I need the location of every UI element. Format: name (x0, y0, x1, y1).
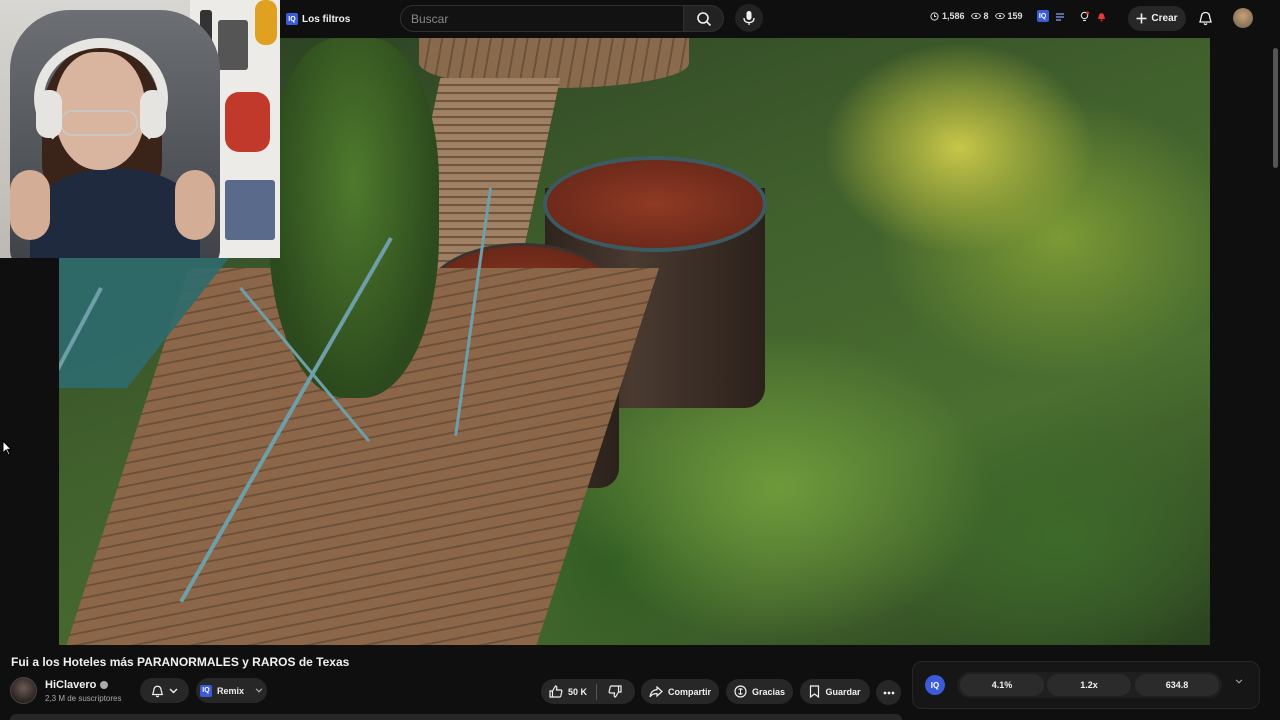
share-button[interactable]: Compartir (641, 679, 719, 704)
search-input[interactable]: Buscar (400, 5, 684, 32)
bell-icon (1198, 11, 1212, 26)
lightbulb-icon[interactable] (1079, 11, 1090, 22)
thanks-button[interactable]: Gracias (726, 679, 793, 704)
thanks-icon (734, 685, 747, 698)
chevron-down-icon (1235, 679, 1243, 684)
iq-stat-2: 1.2x (1047, 674, 1131, 696)
thumb-up-icon[interactable] (549, 685, 563, 698)
plus-icon (1136, 13, 1147, 24)
shelf-item (225, 92, 270, 152)
description-box[interactable] (10, 714, 902, 720)
like-divider (596, 683, 598, 700)
create-button[interactable]: Crear (1128, 6, 1186, 31)
search-icon (696, 11, 711, 26)
mouse-cursor-icon (2, 440, 12, 456)
iq-logo-icon[interactable]: IQ (925, 675, 945, 695)
webcam-shoulder (175, 170, 215, 240)
stat-time: 1,586 (930, 11, 965, 21)
stat-time-value: 1,586 (942, 11, 965, 21)
iq-stat-1: 4.1% (960, 674, 1044, 696)
thumb-down-icon[interactable] (608, 685, 622, 698)
iq-badge-icon: IQ (286, 13, 298, 25)
save-icon (810, 685, 820, 698)
iq-stats-panel: IQ 4.1% 1.2x 634.8 (912, 661, 1260, 709)
create-label: Crear (1151, 13, 1178, 24)
video-tank-1-top (543, 156, 767, 252)
webcam-overlay (0, 0, 280, 258)
iq-badge-icon[interactable]: IQ (1036, 10, 1049, 22)
subscription-bell-button[interactable] (140, 678, 189, 703)
scrollbar-thumb[interactable] (1273, 48, 1278, 168)
remix-label: Remix (216, 685, 244, 696)
iq-panel-chevron[interactable] (1235, 679, 1243, 684)
shelf-item (218, 20, 248, 70)
page: IQ Los filtros Buscar 1,586 8 159 IQ Cre… (0, 0, 1280, 720)
webcam-earcup (140, 90, 166, 138)
webcam-shoulder (10, 170, 50, 240)
chevron-down-icon (169, 688, 178, 693)
mic-icon (743, 11, 755, 25)
channel-name: HiClavero (45, 679, 97, 691)
video-title: Fui a los Hoteles más PARANORMALES y RAR… (11, 655, 350, 669)
stat-views-a-value: 8 (983, 11, 989, 21)
iq-stats-bar: 1,586 8 159 IQ (930, 10, 1107, 22)
clock-icon (930, 11, 939, 21)
verified-icon (100, 681, 109, 689)
like-count[interactable]: 50 K (568, 687, 587, 697)
like-dislike-group: 50 K (541, 679, 635, 704)
search-button[interactable] (684, 5, 724, 32)
eye-icon (970, 12, 981, 20)
page-scrollbar[interactable] (1270, 38, 1280, 645)
stat-views-b: 159 (994, 11, 1023, 21)
save-label: Guardar (825, 686, 861, 697)
bell-icon (151, 685, 164, 697)
webcam-earcup (36, 90, 62, 138)
alert-bell-icon[interactable] (1096, 11, 1107, 22)
chevron-down-icon (255, 688, 263, 693)
list-icon[interactable] (1055, 12, 1065, 21)
notifications-button[interactable] (1195, 8, 1215, 28)
share-icon (649, 685, 663, 697)
thanks-label: Gracias (751, 686, 786, 697)
account-avatar[interactable] (1233, 8, 1253, 28)
voice-search-button[interactable] (735, 4, 763, 32)
channel-avatar[interactable] (10, 677, 37, 704)
shelf-item (255, 0, 277, 45)
shelf-item (225, 180, 275, 240)
filters-button[interactable]: IQ Los filtros (280, 6, 356, 32)
subscriber-count: 2,3 M de suscriptores (45, 694, 122, 703)
filters-label: Los filtros (302, 13, 351, 25)
channel-name-link[interactable]: HiClavero (45, 679, 109, 691)
eye-icon (994, 12, 1005, 20)
more-icon (883, 691, 894, 694)
save-button[interactable]: Guardar (800, 679, 870, 704)
more-actions-button[interactable] (876, 680, 901, 705)
iq-badge-icon: IQ (199, 684, 212, 697)
stat-views-a: 8 (970, 11, 989, 21)
remix-button[interactable]: IQ Remix (196, 678, 267, 703)
top-bar: IQ Los filtros Buscar 1,586 8 159 IQ Cre… (280, 0, 1280, 38)
video-ivy (269, 38, 439, 398)
iq-stat-3: 634.8 (1135, 674, 1219, 696)
share-label: Compartir (667, 686, 711, 697)
search-placeholder: Buscar (411, 11, 449, 26)
stat-views-b-value: 159 (1007, 11, 1023, 21)
